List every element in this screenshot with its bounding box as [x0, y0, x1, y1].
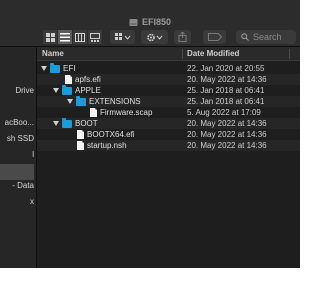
column-divider[interactable] — [182, 49, 183, 59]
group-button[interactable] — [110, 30, 135, 44]
file-name: Firmware.scap — [100, 108, 153, 117]
search-input[interactable] — [253, 32, 293, 42]
table-row[interactable]: startup.nsh 20. May 2022 at 14:36 — [37, 140, 300, 151]
date-modified: 25. Jan 2018 at 06:41 — [187, 86, 265, 95]
gallery-icon — [90, 32, 100, 42]
tag-button[interactable] — [203, 30, 226, 44]
sidebar-item-x[interactable]: x — [0, 195, 34, 209]
sidebar-item-data[interactable]: - Data — [0, 179, 34, 193]
window-title-bar: EFI850 — [0, 15, 300, 29]
sidebar-item-macbook[interactable]: acBoo... — [0, 116, 34, 130]
file-icon — [77, 141, 84, 150]
column-header: Name Date Modified — [37, 47, 300, 61]
drive-icon — [129, 18, 138, 26]
sidebar: Drive acBoo... sh SSD l - Data x — [0, 47, 37, 268]
file-name: startup.nsh — [87, 141, 127, 150]
finder-window: EFI850 Search Drive acBoo... sh SSD l - … — [0, 0, 300, 268]
list-view-button[interactable] — [58, 30, 73, 44]
disclosure-triangle-open-icon[interactable] — [40, 63, 47, 74]
table-row[interactable]: EXTENSIONS 25. Jan 2018 at 06:41 — [37, 95, 300, 107]
file-name: BOOT — [75, 119, 98, 128]
file-icon — [90, 108, 97, 117]
date-modified: 22. Jan 2020 at 20:55 — [187, 64, 265, 73]
disclosure-triangle-open-icon[interactable] — [66, 96, 73, 107]
toolbar: EFI850 — [0, 0, 300, 47]
column-view-button[interactable] — [73, 30, 88, 44]
table-row[interactable]: EFI 22. Jan 2020 at 20:55 — [37, 62, 300, 74]
column-divider[interactable] — [289, 49, 290, 59]
file-name: BOOTX64.efi — [87, 130, 135, 139]
column-header-date-modified[interactable]: Date Modified — [187, 47, 239, 61]
share-button[interactable] — [174, 30, 191, 44]
sidebar-item-label: Drive — [15, 86, 34, 95]
sidebar-item-ssd[interactable]: sh SSD — [0, 132, 34, 146]
columns-icon — [75, 32, 85, 42]
share-icon — [178, 32, 187, 42]
sidebar-item-label: acBoo... — [4, 118, 34, 127]
table-row[interactable]: apfs.efi 20. May 2022 at 14:36 — [37, 74, 300, 85]
table-row[interactable]: BOOTX64.efi 20. May 2022 at 14:36 — [37, 129, 300, 140]
search-icon — [241, 33, 249, 41]
disclosure-triangle-open-icon[interactable] — [52, 85, 59, 96]
table-row[interactable]: Firmware.scap 5. Aug 2022 at 17:09 — [37, 107, 300, 118]
date-modified: 25. Jan 2018 at 06:41 — [187, 97, 265, 106]
window-title: EFI850 — [141, 17, 172, 27]
file-name: APPLE — [75, 86, 101, 95]
sidebar-item-drive[interactable]: Drive — [0, 84, 34, 98]
view-mode-segmented-control — [43, 30, 103, 44]
list-icon — [60, 32, 70, 41]
group-grid-icon — [114, 32, 130, 40]
date-modified: 5. Aug 2022 at 17:09 — [187, 108, 261, 117]
tag-icon — [207, 33, 222, 41]
file-name: EFI — [63, 64, 76, 73]
search-field[interactable] — [236, 30, 296, 44]
date-modified: 20. May 2022 at 14:36 — [187, 75, 267, 84]
file-list: Name Date Modified EFI 22. Jan 2020 at 2… — [37, 47, 300, 268]
file-name: EXTENSIONS — [89, 97, 141, 106]
sidebar-item-label: l — [32, 150, 34, 159]
date-modified: 20. May 2022 at 14:36 — [187, 130, 267, 139]
file-name: apfs.efi — [75, 75, 101, 84]
sidebar-item-volume[interactable]: l — [0, 148, 34, 162]
action-button[interactable] — [141, 30, 168, 44]
folder-icon — [76, 95, 86, 106]
date-modified: 20. May 2022 at 14:36 — [187, 141, 267, 150]
date-modified: 20. May 2022 at 14:36 — [187, 119, 267, 128]
sidebar-item-label: x — [30, 197, 34, 206]
disclosure-triangle-open-icon[interactable] — [52, 118, 59, 129]
file-icon — [77, 130, 84, 139]
table-row[interactable]: APPLE 25. Jan 2018 at 06:41 — [37, 84, 300, 96]
gallery-view-button[interactable] — [88, 30, 103, 44]
file-icon — [65, 75, 72, 84]
sidebar-item-efi-selected[interactable] — [0, 164, 34, 180]
sidebar-item-label: sh SSD — [6, 134, 34, 143]
folder-icon — [62, 117, 72, 128]
icon-view-button[interactable] — [43, 30, 58, 44]
sidebar-item-label: - Data — [12, 181, 34, 190]
folder-icon — [50, 62, 60, 73]
column-header-name[interactable]: Name — [42, 47, 64, 61]
table-row[interactable]: BOOT 20. May 2022 at 14:36 — [37, 117, 300, 129]
gear-icon — [146, 33, 162, 41]
grid-icon — [45, 32, 55, 42]
folder-icon — [62, 84, 72, 95]
